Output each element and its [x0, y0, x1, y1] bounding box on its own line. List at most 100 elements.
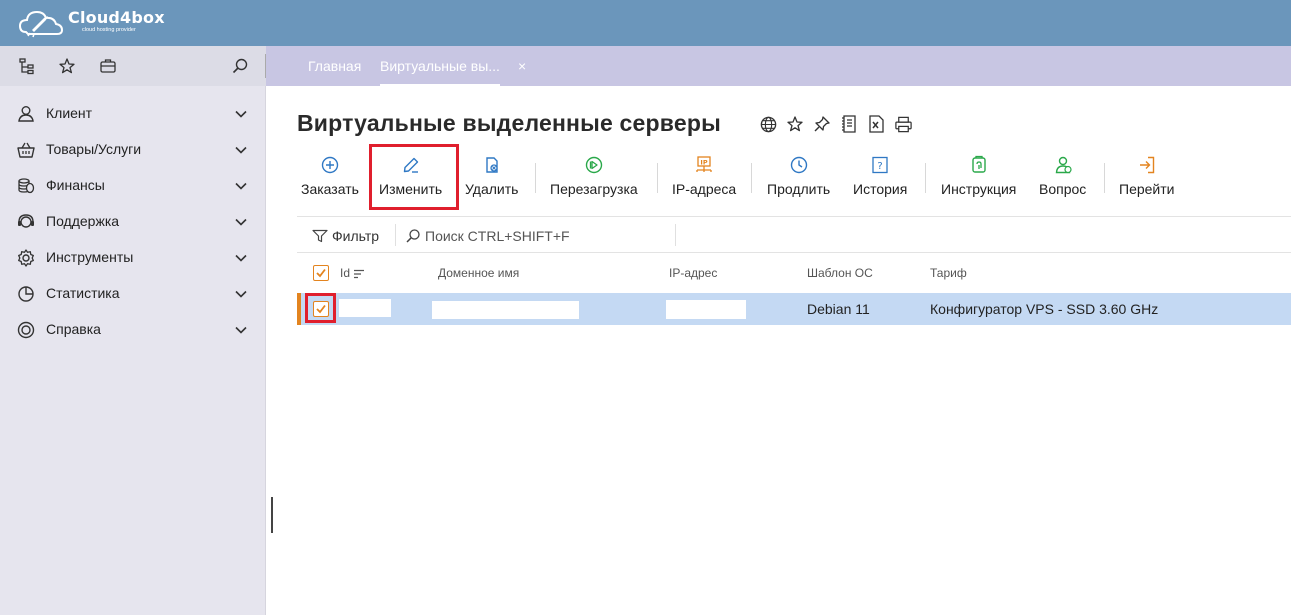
renew-label: Продлить	[767, 181, 831, 197]
document-icon[interactable]	[839, 114, 859, 134]
delete-button[interactable]: Удалить	[465, 154, 518, 208]
star-icon[interactable]	[785, 114, 805, 134]
filter-icon	[312, 229, 328, 243]
history-icon: ?	[869, 154, 891, 176]
sidebar-item-support[interactable]: Поддержка	[0, 203, 266, 239]
search-input[interactable]: Поиск CTRL+SHIFT+F	[405, 228, 570, 244]
sidebar-item-products[interactable]: Товары/Услуги	[0, 131, 266, 167]
delete-icon	[481, 154, 503, 176]
chevron-down-icon	[235, 110, 247, 118]
chevron-down-icon	[235, 326, 247, 334]
goto-label: Перейти	[1119, 181, 1175, 197]
instruction-label: Инструкция	[941, 181, 1017, 197]
tab-home[interactable]: Главная	[308, 46, 361, 86]
column-tariff[interactable]: Тариф	[930, 266, 967, 280]
row-domain-redacted	[432, 301, 579, 319]
row-os-template: Debian 11	[807, 301, 870, 317]
search-icon[interactable]	[231, 57, 249, 75]
row-id-redacted	[339, 299, 391, 317]
toolbar-separator	[657, 163, 658, 193]
goto-button[interactable]: Перейти	[1119, 154, 1174, 208]
sidebar-item-help[interactable]: Справка	[0, 311, 266, 347]
restart-button[interactable]: Перезагрузка	[550, 154, 638, 208]
plus-circle-icon	[319, 154, 341, 176]
toolbar-separator	[925, 163, 926, 193]
renew-button[interactable]: Продлить	[767, 154, 830, 208]
column-ip[interactable]: IP-адрес	[669, 266, 717, 280]
column-id[interactable]: Id	[340, 266, 365, 280]
question-user-icon	[1052, 154, 1074, 176]
filter-bar: Фильтр Поиск CTRL+SHIFT+F	[297, 216, 1291, 253]
page-title: Виртуальные выделенные серверы	[297, 110, 721, 136]
svg-text:IP: IP	[701, 158, 708, 166]
row-checkbox-highlight	[305, 293, 336, 323]
chevron-down-icon	[235, 218, 247, 226]
question-button[interactable]: Вопрос	[1039, 154, 1086, 208]
svg-text:?: ?	[877, 161, 882, 172]
basket-icon	[16, 140, 36, 160]
filter-label: Фильтр	[332, 228, 380, 244]
table-row[interactable]: Debian 11 Конфигуратор VPS - SSD 3.60 GH…	[297, 293, 1291, 325]
sidebar-item-label: Товары/Услуги	[46, 141, 142, 157]
gear-icon	[16, 248, 36, 268]
clock-icon	[788, 154, 810, 176]
sidebar-item-label: Статистика	[46, 285, 120, 301]
restart-icon	[583, 154, 605, 176]
sidebar-item-label: Клиент	[46, 105, 93, 121]
tab-bar: Главная Виртуальные вы... ×	[0, 46, 1291, 86]
column-os-template[interactable]: Шаблон ОС	[807, 266, 873, 280]
sidebar-item-label: Инструменты	[46, 249, 134, 265]
column-domain[interactable]: Доменное имя	[438, 266, 519, 280]
check-icon	[316, 268, 326, 278]
brand-logo[interactable]: Cloud4box cloud hosting provider	[18, 6, 165, 38]
pin-icon[interactable]	[812, 114, 832, 134]
coins-icon	[16, 176, 36, 196]
briefcase-icon[interactable]	[99, 57, 117, 75]
tree-structure-icon[interactable]	[18, 57, 36, 75]
chevron-down-icon	[235, 146, 247, 154]
ip-addresses-label: IP-адреса	[672, 181, 737, 197]
order-label: Заказать	[301, 181, 359, 197]
filter-separator	[675, 224, 676, 246]
sidebar-item-tools[interactable]: Инструменты	[0, 239, 266, 275]
ip-icon: IP	[693, 154, 715, 176]
brand-tagline: cloud hosting provider	[82, 27, 136, 34]
top-header: Cloud4box cloud hosting provider	[0, 0, 1291, 46]
sidebar-resize-handle[interactable]	[271, 497, 273, 533]
toolbar-separator	[1104, 163, 1105, 193]
history-button[interactable]: ? История	[853, 154, 907, 208]
print-icon[interactable]	[893, 114, 913, 134]
filter-button[interactable]: Фильтр	[312, 228, 379, 244]
chevron-down-icon	[235, 254, 247, 262]
sidebar-item-finance[interactable]: Финансы	[0, 167, 266, 203]
nav-tools	[0, 46, 266, 86]
search-icon	[406, 229, 420, 243]
row-tariff: Конфигуратор VPS - SSD 3.60 GHz	[930, 301, 1159, 317]
toolbar-separator	[751, 163, 752, 193]
lifebuoy-icon	[16, 320, 36, 340]
select-all-checkbox[interactable]	[313, 265, 329, 281]
star-icon[interactable]	[58, 57, 76, 75]
row-ip-redacted	[666, 300, 746, 319]
sidebar-item-statistics[interactable]: Статистика	[0, 275, 266, 311]
goto-icon	[1136, 154, 1158, 176]
excel-icon[interactable]	[866, 114, 886, 134]
sidebar-item-label: Финансы	[46, 177, 105, 193]
history-label: История	[853, 181, 908, 197]
tab-vps[interactable]: Виртуальные вы...	[380, 46, 500, 86]
user-icon	[16, 104, 36, 124]
question-label: Вопрос	[1039, 181, 1087, 197]
row-selected-marker	[297, 293, 301, 325]
ip-addresses-button[interactable]: IP IP-адреса	[672, 154, 736, 208]
order-button[interactable]: Заказать	[301, 154, 359, 208]
pie-chart-icon	[16, 284, 36, 304]
globe-icon[interactable]	[758, 114, 778, 134]
sidebar-item-label: Справка	[46, 321, 101, 337]
chevron-down-icon	[235, 182, 247, 190]
instruction-button[interactable]: Инструкция	[941, 154, 1016, 208]
toolbar-separator	[535, 163, 536, 193]
sidebar-item-client[interactable]: Клиент	[0, 95, 266, 131]
instruction-icon	[968, 154, 990, 176]
tab-close-icon[interactable]: ×	[518, 46, 526, 86]
title-actions	[758, 114, 913, 134]
